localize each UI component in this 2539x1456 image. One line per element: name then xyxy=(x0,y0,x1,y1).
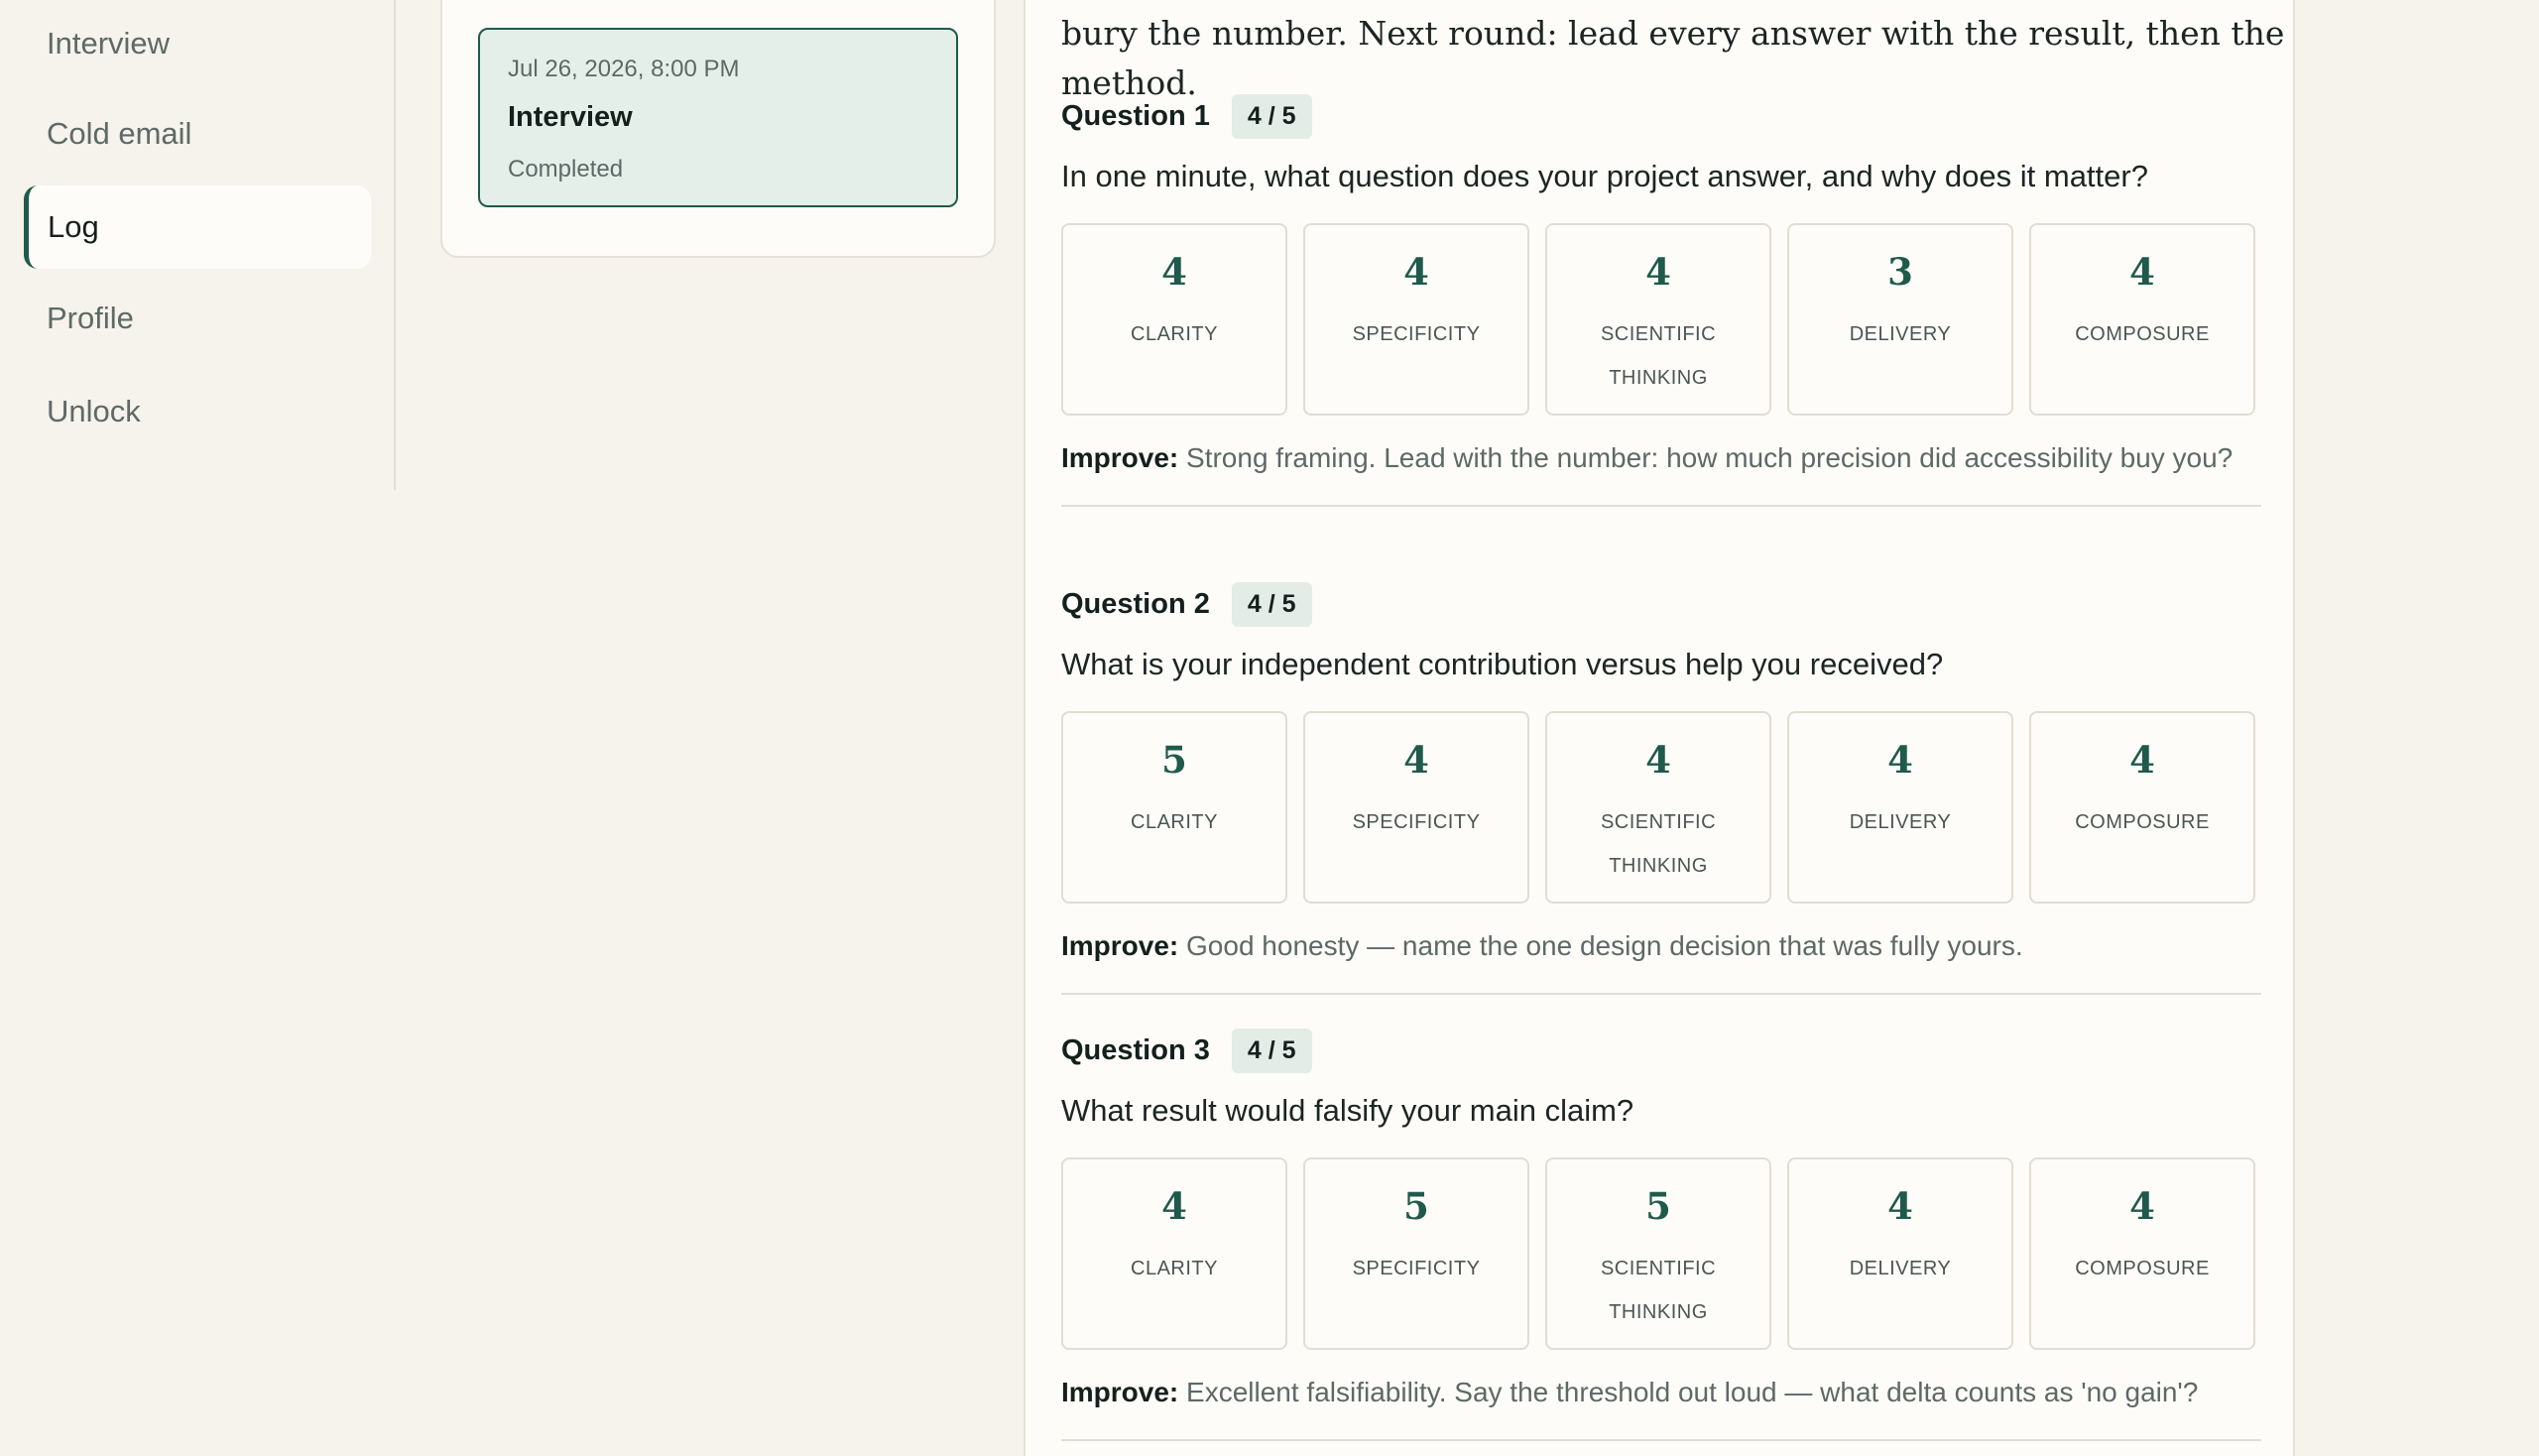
metric-label: COMPOSURE xyxy=(2075,323,2210,345)
question-score-badge: 4 / 5 xyxy=(1231,1028,1312,1073)
metric-delivery: 4 DELIVERY xyxy=(1787,1157,2013,1350)
metric-grid: 4 CLARITY 5 SPECIFICITY 5 SCIENTIFIC THI… xyxy=(1061,1157,2261,1350)
sidebar-nav: Interview Cold email Log Profile Unlock xyxy=(0,0,396,490)
question-title: Question 2 xyxy=(1061,587,1210,620)
metric-scientific-thinking: 5 SCIENTIFIC THINKING xyxy=(1545,1157,1771,1350)
metric-grid: 5 CLARITY 4 SPECIFICITY 4 SCIENTIFIC THI… xyxy=(1061,711,2261,904)
question-score-badge: 4 / 5 xyxy=(1231,93,1312,139)
session-list: Jul 26, 2026, 8:00 PM Interview Complete… xyxy=(440,0,996,258)
metric-clarity: 5 CLARITY xyxy=(1061,711,1287,904)
improve-label: Improve: xyxy=(1061,930,1179,961)
question-title: Question 3 xyxy=(1061,1033,1210,1066)
metric-value: 5 xyxy=(1645,1184,1671,1228)
metric-value: 4 xyxy=(1887,738,1913,782)
metric-specificity: 4 SPECIFICITY xyxy=(1303,711,1529,904)
metric-composure: 4 COMPOSURE xyxy=(2029,711,2255,904)
question-block: Question 3 4 / 5 What result would falsi… xyxy=(1061,1027,2261,1441)
metric-specificity: 5 SPECIFICITY xyxy=(1303,1157,1529,1350)
improve-note: Improve: Good honesty — name the one des… xyxy=(1061,925,2261,995)
session-date: Jul 26, 2026, 8:00 PM xyxy=(508,56,740,82)
metric-value: 4 xyxy=(1161,1184,1187,1228)
metric-label: DELIVERY xyxy=(1849,811,1952,833)
metric-value: 4 xyxy=(2129,250,2155,294)
sidebar-item-cold-email[interactable]: Cold email xyxy=(24,92,371,176)
question-block: Question 2 4 / 5 What is your independen… xyxy=(1061,580,2261,995)
metric-value: 4 xyxy=(2129,1184,2155,1228)
metric-value: 4 xyxy=(2129,738,2155,782)
metric-label: COMPOSURE xyxy=(2075,1258,2210,1279)
metric-value: 5 xyxy=(1161,738,1187,782)
session-title: Interview xyxy=(508,101,633,133)
metric-specificity: 4 SPECIFICITY xyxy=(1303,223,1529,416)
metric-label: CLARITY xyxy=(1131,811,1218,833)
improve-text: Strong framing. Lead with the number: ho… xyxy=(1186,442,2234,473)
improve-text: Good honesty — name the one design decis… xyxy=(1186,930,2023,961)
question-text: What is your independent contribution ve… xyxy=(1061,647,1944,681)
metric-label: DELIVERY xyxy=(1849,1258,1952,1279)
metric-composure: 4 COMPOSURE xyxy=(2029,1157,2255,1350)
metric-composure: 4 COMPOSURE xyxy=(2029,223,2255,416)
metric-label: SPECIFICITY xyxy=(1352,1258,1481,1279)
metric-label: SPECIFICITY xyxy=(1352,811,1481,833)
session-status: Completed xyxy=(508,156,624,182)
improve-text: Excellent falsifiability. Say the thresh… xyxy=(1186,1377,2199,1407)
question-text: In one minute, what question does your p… xyxy=(1061,159,2148,193)
sidebar-item-interview[interactable]: Interview xyxy=(24,2,371,85)
metric-label: COMPOSURE xyxy=(2075,811,2210,833)
metric-value: 4 xyxy=(1645,250,1671,294)
metric-value: 4 xyxy=(1403,738,1429,782)
question-text: What result would falsify your main clai… xyxy=(1061,1093,1634,1128)
improve-note: Improve: Strong framing. Lead with the n… xyxy=(1061,437,2261,507)
improve-label: Improve: xyxy=(1061,442,1179,473)
metric-label: SPECIFICITY xyxy=(1352,323,1481,345)
metric-delivery: 4 DELIVERY xyxy=(1787,711,2013,904)
metric-label: SCIENTIFIC THINKING xyxy=(1600,323,1717,389)
question-score-badge: 4 / 5 xyxy=(1231,581,1312,627)
metric-value: 4 xyxy=(1161,250,1187,294)
metric-label: CLARITY xyxy=(1131,323,1218,345)
improve-label: Improve: xyxy=(1061,1377,1179,1407)
metric-delivery: 3 DELIVERY xyxy=(1787,223,2013,416)
metric-value: 4 xyxy=(1645,738,1671,782)
app-root: Interview Cold email Log Profile Unlock … xyxy=(0,0,2539,1456)
metric-label: DELIVERY xyxy=(1849,323,1952,345)
metric-scientific-thinking: 4 SCIENTIFIC THINKING xyxy=(1545,711,1771,904)
metric-label: SCIENTIFIC THINKING xyxy=(1600,811,1717,877)
metric-grid: 4 CLARITY 4 SPECIFICITY 4 SCIENTIFIC THI… xyxy=(1061,223,2261,416)
metric-value: 4 xyxy=(1887,1184,1913,1228)
metric-label: SCIENTIFIC THINKING xyxy=(1600,1258,1717,1323)
session-card-selected[interactable]: Jul 26, 2026, 8:00 PM Interview Complete… xyxy=(478,28,958,207)
question-title: Question 1 xyxy=(1061,99,1210,132)
metric-label: CLARITY xyxy=(1131,1258,1218,1279)
sidebar-item-unlock[interactable]: Unlock xyxy=(24,370,371,453)
session-report: bury the number. Next round: lead every … xyxy=(1024,0,2295,1456)
metric-value: 3 xyxy=(1887,250,1913,294)
question-block: Question 1 4 / 5 In one minute, what que… xyxy=(1061,92,2261,507)
metric-clarity: 4 CLARITY xyxy=(1061,1157,1287,1350)
metric-clarity: 4 CLARITY xyxy=(1061,223,1287,416)
improve-note: Improve: Excellent falsifiability. Say t… xyxy=(1061,1372,2261,1441)
sidebar-item-profile[interactable]: Profile xyxy=(24,277,371,360)
metric-value: 5 xyxy=(1403,1184,1429,1228)
sidebar-item-log[interactable]: Log xyxy=(24,185,371,269)
metric-value: 4 xyxy=(1403,250,1429,294)
metric-scientific-thinking: 4 SCIENTIFIC THINKING xyxy=(1545,223,1771,416)
